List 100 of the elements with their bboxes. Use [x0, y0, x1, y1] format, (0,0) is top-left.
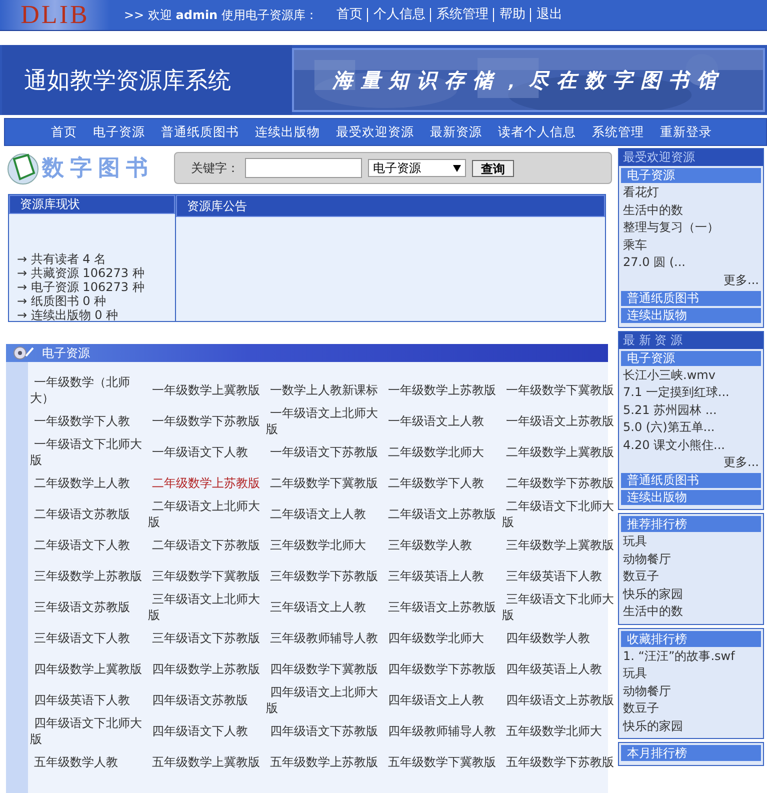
- resource-link[interactable]: 4.20 课文小熊住...: [619, 436, 763, 454]
- resource-link[interactable]: 三年级数学下冀教版: [148, 560, 266, 591]
- resource-link[interactable]: 二年级语文上人教: [266, 498, 384, 529]
- resource-link[interactable]: 五年级数学北师大: [502, 715, 620, 746]
- resource-link[interactable]: 5.0 (六)第五单...: [619, 419, 763, 436]
- resource-link[interactable]: 五年级数学人教: [30, 746, 148, 777]
- resource-link[interactable]: 一年级数学下冀教版: [502, 374, 620, 405]
- resource-link[interactable]: 一年级数学下人教: [30, 405, 148, 436]
- resource-link[interactable]: 7.1 一定摸到红球...: [619, 384, 763, 402]
- nav-link[interactable]: 帮助: [493, 8, 530, 22]
- nav-link[interactable]: 最受欢迎资源: [336, 124, 414, 140]
- resource-link[interactable]: 三年级语文上北师大版: [148, 591, 266, 622]
- more-link[interactable]: 更多...: [619, 272, 763, 288]
- resource-link[interactable]: 二年级语文下人教: [30, 529, 148, 560]
- resource-link[interactable]: 快乐的家园: [619, 718, 763, 735]
- resource-link[interactable]: 二年级语文上苏教版: [384, 498, 502, 529]
- resource-link[interactable]: 乘车: [619, 236, 763, 254]
- resource-link[interactable]: 三年级语文下苏教版: [148, 622, 266, 653]
- resource-link[interactable]: 数豆子: [619, 700, 763, 718]
- resource-link[interactable]: 一年级数学上冀教版: [148, 374, 266, 405]
- resource-link[interactable]: 动物餐厅: [619, 550, 763, 568]
- resource-link[interactable]: 二年级语文上北师大版: [148, 498, 266, 529]
- resource-link[interactable]: 一年级数学下苏教版: [148, 405, 266, 436]
- resource-link[interactable]: 生活中的数: [619, 603, 763, 620]
- resource-link[interactable]: 四年级语文上苏教版: [502, 684, 620, 715]
- resource-link[interactable]: 三年级数学上冀教版: [502, 529, 620, 560]
- resource-link[interactable]: 一年级语文下苏教版: [266, 436, 384, 467]
- nav-link[interactable]: 系统管理: [430, 8, 494, 22]
- resource-link[interactable]: 1. “汪汪”的故事.swf: [619, 648, 763, 665]
- resource-link[interactable]: 四年级数学下冀教版: [266, 653, 384, 684]
- resource-link[interactable]: 四年级数学北师大: [384, 622, 502, 653]
- resource-link[interactable]: 五年级数学下苏教版: [502, 746, 620, 777]
- nav-link[interactable]: 普通纸质图书: [161, 124, 239, 140]
- resource-link[interactable]: 三年级英语上人教: [384, 560, 502, 591]
- resource-link[interactable]: 四年级教师辅导人教: [384, 715, 502, 746]
- resource-link[interactable]: 四年级语文苏教版: [148, 684, 266, 715]
- resource-link[interactable]: 二年级数学北师大: [384, 436, 502, 467]
- category-link[interactable]: 普通纸质图书: [621, 290, 761, 306]
- resource-link[interactable]: 三年级语文上人教: [266, 591, 384, 622]
- resource-link[interactable]: 四年级数学下苏教版: [384, 653, 502, 684]
- resource-link[interactable]: 一年级语文上苏教版: [502, 405, 620, 436]
- resource-link[interactable]: 二年级数学上冀教版: [502, 436, 620, 467]
- resource-link[interactable]: 二年级数学下人教: [384, 467, 502, 498]
- resource-link[interactable]: 三年级语文下人教: [30, 622, 148, 653]
- resource-link[interactable]: 四年级语文下人教: [148, 715, 266, 746]
- nav-link[interactable]: 最新资源: [430, 124, 482, 140]
- resource-link[interactable]: 二年级数学上人教: [30, 467, 148, 498]
- category-link[interactable]: 连续出版物: [621, 490, 761, 505]
- resource-link[interactable]: 二年级数学下苏教版: [502, 467, 620, 498]
- resource-link[interactable]: 五年级数学上苏教版: [266, 746, 384, 777]
- resource-link[interactable]: 三年级语文苏教版: [30, 591, 148, 622]
- resource-link[interactable]: 四年级语文下苏教版: [266, 715, 384, 746]
- nav-link[interactable]: 首页: [331, 8, 368, 22]
- resource-link[interactable]: 四年级数学上苏教版: [148, 653, 266, 684]
- resource-link[interactable]: 三年级语文下北师大版: [502, 591, 620, 622]
- resource-link[interactable]: 玩具: [619, 533, 763, 550]
- resource-link[interactable]: 一年级语文下人教: [148, 436, 266, 467]
- resource-link[interactable]: 三年级数学北师大: [266, 529, 384, 560]
- resource-link[interactable]: 数豆子: [619, 568, 763, 586]
- resource-link[interactable]: 四年级语文下北师大版: [30, 715, 148, 746]
- nav-link[interactable]: 重新登录: [660, 124, 712, 140]
- resource-link[interactable]: 玩具: [619, 665, 763, 682]
- resource-link[interactable]: 一数学上人教新课标: [266, 374, 384, 405]
- resource-link[interactable]: 一年级数学上苏教版: [384, 374, 502, 405]
- resource-link[interactable]: 二年级数学上苏教版: [148, 467, 266, 498]
- resource-link[interactable]: 四年级英语上人教: [502, 653, 620, 684]
- resource-link[interactable]: 二年级语文下苏教版: [148, 529, 266, 560]
- resource-link[interactable]: 五年级数学下冀教版: [384, 746, 502, 777]
- resource-link[interactable]: 四年级语文上人教: [384, 684, 502, 715]
- resource-link[interactable]: 动物餐厅: [619, 682, 763, 700]
- category-dropdown[interactable]: 电子资源: [368, 159, 466, 177]
- resource-link[interactable]: 三年级英语下人教: [502, 560, 620, 591]
- resource-link[interactable]: 二年级数学下冀教版: [266, 467, 384, 498]
- resource-link[interactable]: 四年级英语下人教: [30, 684, 148, 715]
- resource-link[interactable]: 长江小三峡.wmv: [619, 366, 763, 384]
- category-link[interactable]: 连续出版物: [621, 308, 761, 322]
- resource-link[interactable]: 27.0 圆 (...: [619, 254, 763, 272]
- nav-link[interactable]: 首页: [51, 124, 77, 140]
- resource-link[interactable]: 看花灯: [619, 184, 763, 202]
- resource-link[interactable]: 三年级数学人教: [384, 529, 502, 560]
- resource-link[interactable]: 四年级语文上北师大版: [266, 684, 384, 715]
- category-link[interactable]: 普通纸质图书: [621, 473, 761, 488]
- resource-link[interactable]: 三年级教师辅导人教: [266, 622, 384, 653]
- category-link[interactable]: 电子资源: [621, 168, 761, 183]
- category-link[interactable]: 电子资源: [621, 350, 761, 366]
- resource-link[interactable]: 二年级语文下北师大版: [502, 498, 620, 529]
- nav-link[interactable]: 系统管理: [592, 124, 644, 140]
- resource-link[interactable]: 一年级语文上人教: [384, 405, 502, 436]
- resource-link[interactable]: 一年级语文上北师大版: [266, 405, 384, 436]
- nav-link[interactable]: 读者个人信息: [498, 124, 576, 140]
- resource-link[interactable]: 一年级语文下北师大版: [30, 436, 148, 467]
- resource-link[interactable]: 五年级数学上冀教版: [148, 746, 266, 777]
- resource-link[interactable]: 生活中的数: [619, 202, 763, 219]
- resource-link[interactable]: 一年级数学（北师大）: [30, 374, 148, 405]
- resource-link[interactable]: 四年级数学人教: [502, 622, 620, 653]
- nav-link[interactable]: 个人信息: [367, 8, 430, 22]
- nav-link[interactable]: 连续出版物: [255, 124, 320, 140]
- more-link[interactable]: 更多...: [619, 454, 763, 471]
- keyword-field[interactable]: [245, 158, 362, 178]
- resource-link[interactable]: 5.21 苏州园林 ...: [619, 402, 763, 419]
